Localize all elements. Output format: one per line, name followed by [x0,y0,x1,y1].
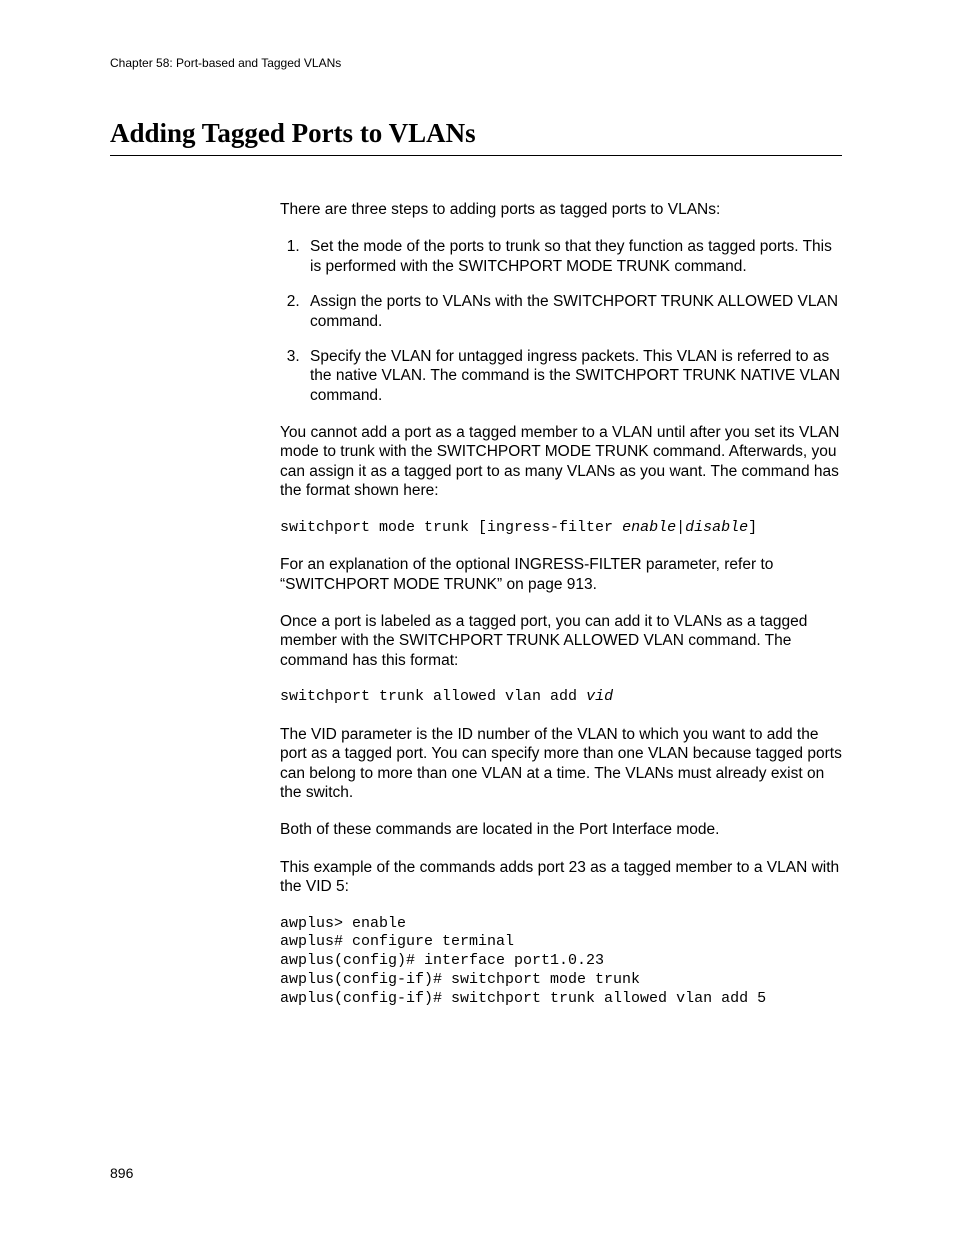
code-text: ] [748,519,757,536]
paragraph-example-intro: This example of the commands adds port 2… [280,858,842,897]
steps-list: Set the mode of the ports to trunk so th… [280,237,842,405]
step-3: Specify the VLAN for untagged ingress pa… [304,347,842,405]
code-text: switchport trunk allowed vlan add [280,688,586,705]
code-mode-trunk: switchport mode trunk [ingress-filter en… [280,519,842,538]
page-title: Adding Tagged Ports to VLANs [110,118,842,151]
code-example: awplus> enable awplus# configure termina… [280,915,842,1009]
chapter-header: Chapter 58: Port-based and Tagged VLANs [110,56,842,70]
page-number: 896 [110,1165,133,1181]
body-column: There are three steps to adding ports as… [280,200,842,1008]
paragraph-mode-trunk: You cannot add a port as a tagged member… [280,423,842,501]
intro-paragraph: There are three steps to adding ports as… [280,200,842,219]
paragraph-vid: The VID parameter is the ID number of th… [280,725,842,803]
page-content: Chapter 58: Port-based and Tagged VLANs … [110,56,842,1026]
paragraph-allowed-vlan: Once a port is labeled as a tagged port,… [280,612,842,670]
code-allowed-vlan: switchport trunk allowed vlan add vid [280,688,842,707]
code-param: vid [586,688,613,705]
step-2: Assign the ports to VLANs with the SWITC… [304,292,842,331]
code-param: enable|disable [622,519,748,536]
title-rule [110,155,842,156]
code-text: switchport mode trunk [ingress-filter [280,519,622,536]
step-1: Set the mode of the ports to trunk so th… [304,237,842,276]
paragraph-ingress-filter: For an explanation of the optional INGRE… [280,555,842,594]
paragraph-port-interface: Both of these commands are located in th… [280,820,842,839]
